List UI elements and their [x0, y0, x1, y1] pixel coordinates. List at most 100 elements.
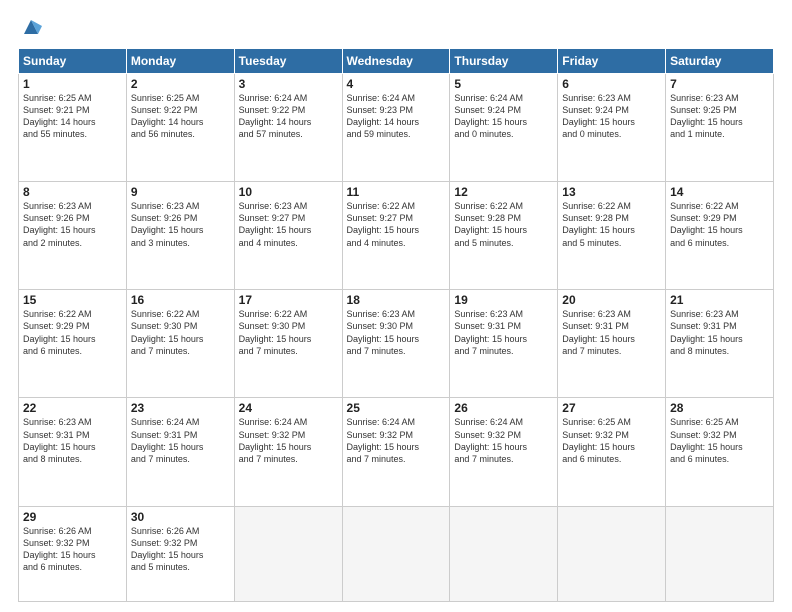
calendar-cell: 29Sunrise: 6:26 AM Sunset: 9:32 PM Dayli… — [19, 506, 127, 601]
calendar-cell — [234, 506, 342, 601]
page: SundayMondayTuesdayWednesdayThursdayFrid… — [0, 0, 792, 612]
day-number: 8 — [23, 185, 122, 199]
day-info: Sunrise: 6:26 AM Sunset: 9:32 PM Dayligh… — [131, 525, 230, 574]
logo — [18, 18, 42, 38]
day-number: 7 — [670, 77, 769, 91]
day-number: 20 — [562, 293, 661, 307]
day-info: Sunrise: 6:23 AM Sunset: 9:25 PM Dayligh… — [670, 92, 769, 141]
day-info: Sunrise: 6:22 AM Sunset: 9:28 PM Dayligh… — [454, 200, 553, 249]
day-number: 10 — [239, 185, 338, 199]
day-info: Sunrise: 6:24 AM Sunset: 9:31 PM Dayligh… — [131, 416, 230, 465]
header — [18, 18, 774, 38]
day-number: 25 — [347, 401, 446, 415]
day-number: 16 — [131, 293, 230, 307]
day-info: Sunrise: 6:22 AM Sunset: 9:30 PM Dayligh… — [131, 308, 230, 357]
day-number: 3 — [239, 77, 338, 91]
day-number: 24 — [239, 401, 338, 415]
calendar-cell: 25Sunrise: 6:24 AM Sunset: 9:32 PM Dayli… — [342, 398, 450, 506]
calendar-cell — [666, 506, 774, 601]
calendar-cell: 6Sunrise: 6:23 AM Sunset: 9:24 PM Daylig… — [558, 74, 666, 182]
weekday-header-monday: Monday — [126, 49, 234, 74]
calendar-cell: 2Sunrise: 6:25 AM Sunset: 9:22 PM Daylig… — [126, 74, 234, 182]
calendar-cell: 23Sunrise: 6:24 AM Sunset: 9:31 PM Dayli… — [126, 398, 234, 506]
calendar-table: SundayMondayTuesdayWednesdayThursdayFrid… — [18, 48, 774, 602]
day-number: 13 — [562, 185, 661, 199]
day-number: 22 — [23, 401, 122, 415]
day-info: Sunrise: 6:23 AM Sunset: 9:31 PM Dayligh… — [562, 308, 661, 357]
calendar-cell: 8Sunrise: 6:23 AM Sunset: 9:26 PM Daylig… — [19, 182, 127, 290]
weekday-header-wednesday: Wednesday — [342, 49, 450, 74]
calendar-week-row: 22Sunrise: 6:23 AM Sunset: 9:31 PM Dayli… — [19, 398, 774, 506]
day-info: Sunrise: 6:23 AM Sunset: 9:26 PM Dayligh… — [23, 200, 122, 249]
day-number: 15 — [23, 293, 122, 307]
calendar-cell: 11Sunrise: 6:22 AM Sunset: 9:27 PM Dayli… — [342, 182, 450, 290]
calendar-cell: 10Sunrise: 6:23 AM Sunset: 9:27 PM Dayli… — [234, 182, 342, 290]
weekday-header-tuesday: Tuesday — [234, 49, 342, 74]
day-info: Sunrise: 6:22 AM Sunset: 9:28 PM Dayligh… — [562, 200, 661, 249]
day-number: 29 — [23, 510, 122, 524]
day-number: 14 — [670, 185, 769, 199]
day-info: Sunrise: 6:23 AM Sunset: 9:31 PM Dayligh… — [454, 308, 553, 357]
calendar-cell — [450, 506, 558, 601]
logo-icon — [20, 16, 42, 38]
day-info: Sunrise: 6:24 AM Sunset: 9:24 PM Dayligh… — [454, 92, 553, 141]
calendar-week-row: 29 Sunrise: 6:26 AM Sunset: 9:32 PM Dayli… — [19, 506, 774, 601]
day-number: 11 — [347, 185, 446, 199]
day-info: Sunrise: 6:24 AM Sunset: 9:32 PM Dayligh… — [454, 416, 553, 465]
day-info: Sunrise: 6:24 AM Sunset: 9:22 PM Dayligh… — [239, 92, 338, 141]
day-number: 18 — [347, 293, 446, 307]
calendar-cell: 22Sunrise: 6:23 AM Sunset: 9:31 PM Dayli… — [19, 398, 127, 506]
day-number: 28 — [670, 401, 769, 415]
weekday-header-thursday: Thursday — [450, 49, 558, 74]
day-number: 12 — [454, 185, 553, 199]
calendar-cell: 17Sunrise: 6:22 AM Sunset: 9:30 PM Dayli… — [234, 290, 342, 398]
day-info: Sunrise: 6:23 AM Sunset: 9:30 PM Dayligh… — [347, 308, 446, 357]
calendar-cell — [342, 506, 450, 601]
day-number: 5 — [454, 77, 553, 91]
day-number: 23 — [131, 401, 230, 415]
calendar-cell: 4Sunrise: 6:24 AM Sunset: 9:23 PM Daylig… — [342, 74, 450, 182]
calendar-week-row: 15Sunrise: 6:22 AM Sunset: 9:29 PM Dayli… — [19, 290, 774, 398]
day-info: Sunrise: 6:25 AM Sunset: 9:22 PM Dayligh… — [131, 92, 230, 141]
calendar-cell: 28Sunrise: 6:25 AM Sunset: 9:32 PM Dayli… — [666, 398, 774, 506]
day-number: 4 — [347, 77, 446, 91]
day-info: Sunrise: 6:25 AM Sunset: 9:32 PM Dayligh… — [670, 416, 769, 465]
day-info: Sunrise: 6:23 AM Sunset: 9:26 PM Dayligh… — [131, 200, 230, 249]
calendar-cell: 26Sunrise: 6:24 AM Sunset: 9:32 PM Dayli… — [450, 398, 558, 506]
day-number: 1 — [23, 77, 122, 91]
calendar-cell: 13Sunrise: 6:22 AM Sunset: 9:28 PM Dayli… — [558, 182, 666, 290]
calendar-cell: 7Sunrise: 6:23 AM Sunset: 9:25 PM Daylig… — [666, 74, 774, 182]
calendar-cell: 14Sunrise: 6:22 AM Sunset: 9:29 PM Dayli… — [666, 182, 774, 290]
calendar-cell: 27Sunrise: 6:25 AM Sunset: 9:32 PM Dayli… — [558, 398, 666, 506]
calendar-cell: 1Sunrise: 6:25 AM Sunset: 9:21 PM Daylig… — [19, 74, 127, 182]
calendar-cell: 12Sunrise: 6:22 AM Sunset: 9:28 PM Dayli… — [450, 182, 558, 290]
calendar-cell: 3Sunrise: 6:24 AM Sunset: 9:22 PM Daylig… — [234, 74, 342, 182]
calendar-cell: 24Sunrise: 6:24 AM Sunset: 9:32 PM Dayli… — [234, 398, 342, 506]
calendar-cell: 16Sunrise: 6:22 AM Sunset: 9:30 PM Dayli… — [126, 290, 234, 398]
day-info: Sunrise: 6:22 AM Sunset: 9:29 PM Dayligh… — [670, 200, 769, 249]
day-info: Sunrise: 6:22 AM Sunset: 9:30 PM Dayligh… — [239, 308, 338, 357]
calendar-cell: 5Sunrise: 6:24 AM Sunset: 9:24 PM Daylig… — [450, 74, 558, 182]
day-number: 9 — [131, 185, 230, 199]
day-info: Sunrise: 6:23 AM Sunset: 9:31 PM Dayligh… — [23, 416, 122, 465]
day-number: 30 — [131, 510, 230, 524]
day-info: Sunrise: 6:23 AM Sunset: 9:27 PM Dayligh… — [239, 200, 338, 249]
calendar-cell: 9Sunrise: 6:23 AM Sunset: 9:26 PM Daylig… — [126, 182, 234, 290]
day-info: Sunrise: 6:24 AM Sunset: 9:32 PM Dayligh… — [239, 416, 338, 465]
day-info: Sunrise: 6:22 AM Sunset: 9:27 PM Dayligh… — [347, 200, 446, 249]
day-number: 19 — [454, 293, 553, 307]
day-number: 2 — [131, 77, 230, 91]
calendar-week-row: 8Sunrise: 6:23 AM Sunset: 9:26 PM Daylig… — [19, 182, 774, 290]
day-number: 27 — [562, 401, 661, 415]
weekday-header-row: SundayMondayTuesdayWednesdayThursdayFrid… — [19, 49, 774, 74]
day-number: 6 — [562, 77, 661, 91]
day-info: Sunrise: 6:22 AM Sunset: 9:29 PM Dayligh… — [23, 308, 122, 357]
day-number: 17 — [239, 293, 338, 307]
weekday-header-saturday: Saturday — [666, 49, 774, 74]
weekday-header-friday: Friday — [558, 49, 666, 74]
calendar-cell: 30Sunrise: 6:26 AM Sunset: 9:32 PM Dayli… — [126, 506, 234, 601]
day-info: Sunrise: 6:24 AM Sunset: 9:32 PM Dayligh… — [347, 416, 446, 465]
day-info: Sunrise: 6:25 AM Sunset: 9:32 PM Dayligh… — [562, 416, 661, 465]
calendar-cell: 20Sunrise: 6:23 AM Sunset: 9:31 PM Dayli… — [558, 290, 666, 398]
calendar-cell — [558, 506, 666, 601]
